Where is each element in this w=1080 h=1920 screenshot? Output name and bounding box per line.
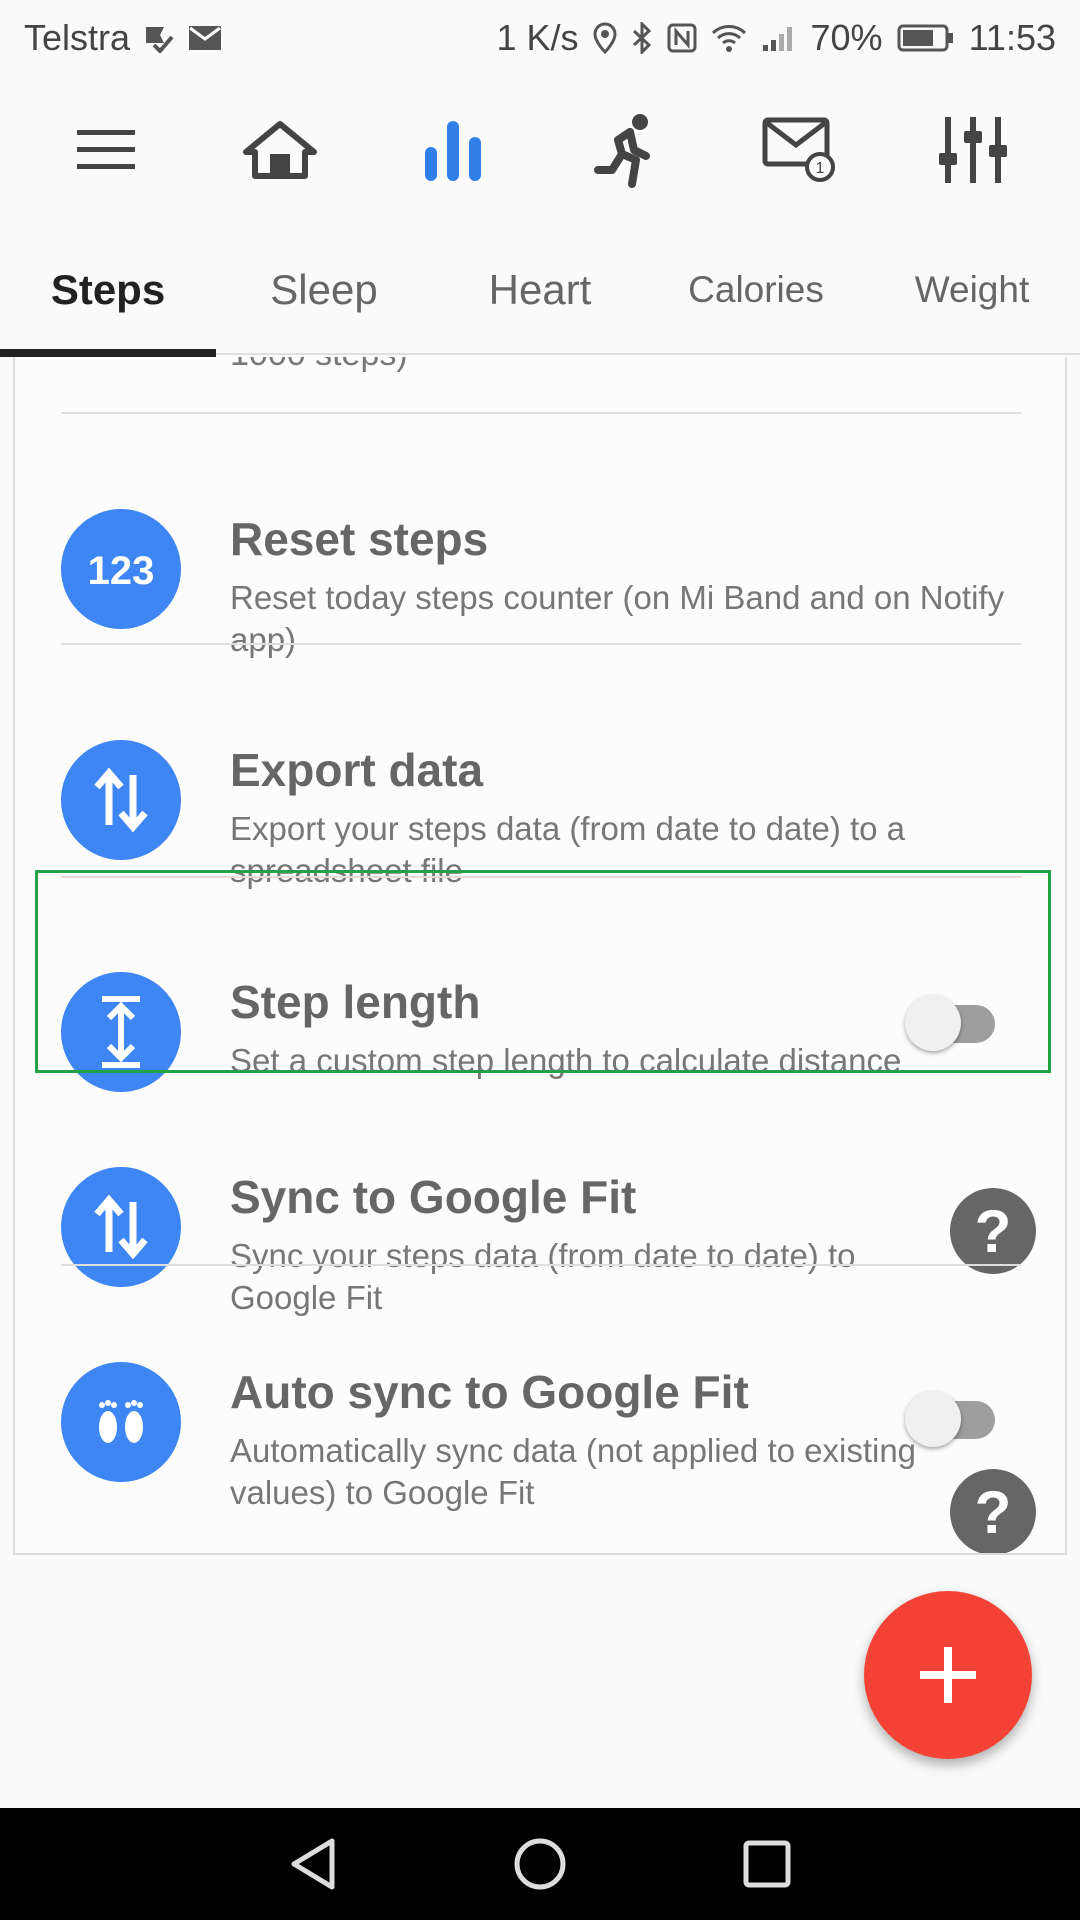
notification-check-icon — [144, 23, 174, 53]
tab-bar: Steps Sleep Heart Calories Weight — [0, 225, 1080, 357]
back-button[interactable] — [268, 1819, 358, 1909]
divider — [61, 412, 1021, 414]
workout-icon — [593, 114, 650, 188]
svg-text:1: 1 — [816, 160, 825, 177]
back-icon — [291, 1838, 335, 1890]
recents-button[interactable] — [722, 1819, 812, 1909]
notifications-button[interactable]: 1 — [740, 90, 860, 210]
screen: Telstra 1 K/s 70% 11:53 1 Steps Sleep He… — [0, 0, 1080, 1920]
wifi-icon — [711, 23, 747, 53]
toggle-knob — [905, 1391, 961, 1447]
highlight-box — [35, 870, 1051, 1073]
status-bar: Telstra 1 K/s 70% 11:53 — [0, 0, 1080, 75]
footprints-icon — [61, 1362, 181, 1482]
tab-heart[interactable]: Heart — [432, 225, 648, 355]
list-item-auto-sync-google-fit[interactable]: Auto sync to Google Fit Automatically sy… — [15, 1269, 1065, 1553]
tab-steps[interactable]: Steps — [0, 225, 216, 357]
bluetooth-icon — [631, 21, 653, 54]
help-button[interactable]: ? — [950, 1188, 1036, 1274]
tab-calories[interactable]: Calories — [648, 225, 864, 355]
home-icon — [242, 121, 317, 179]
top-navigation: 1 — [0, 75, 1080, 225]
list-item-export-data[interactable]: Export data Export your steps data (from… — [15, 647, 1065, 889]
auto-sync-toggle[interactable] — [905, 1387, 1005, 1447]
net-speed-label: 1 K/s — [496, 16, 579, 58]
settings-icon — [939, 117, 1008, 183]
divider — [61, 643, 1021, 645]
clipped-description: 1000 steps) — [230, 357, 408, 374]
tab-sleep[interactable]: Sleep — [216, 225, 432, 355]
stats-icon — [425, 121, 482, 181]
plus-icon — [920, 1647, 976, 1703]
add-fab-button[interactable] — [864, 1591, 1032, 1759]
menu-button[interactable] — [47, 90, 167, 210]
list-item-sync-google-fit[interactable]: Sync to Google Fit Sync your steps data … — [15, 1074, 1065, 1316]
svg-text:123: 123 — [88, 549, 155, 593]
123-icon: 123 — [61, 509, 181, 629]
stats-button[interactable] — [393, 90, 513, 210]
carrier-label: Telstra — [24, 16, 131, 58]
list-item-reset-steps[interactable]: 123 Reset steps Reset today steps counte… — [15, 417, 1065, 658]
battery-icon — [897, 24, 955, 52]
home-circle-icon — [514, 1838, 566, 1890]
system-navigation-bar — [0, 1808, 1080, 1920]
home-button[interactable] — [220, 90, 340, 210]
recents-icon — [743, 1840, 791, 1888]
mail-icon — [188, 25, 222, 51]
help-button[interactable]: ? — [950, 1469, 1036, 1553]
settings-button[interactable] — [913, 90, 1033, 210]
battery-percent: 70% — [810, 16, 883, 58]
menu-icon — [76, 130, 135, 169]
item-title: Export data — [230, 744, 484, 796]
item-title: Auto sync to Google Fit — [230, 1366, 749, 1418]
divider — [61, 1264, 1021, 1266]
item-title: Reset steps — [230, 513, 489, 565]
workout-button[interactable] — [567, 90, 687, 210]
home-system-button[interactable] — [495, 1819, 585, 1909]
clock: 11:53 — [968, 16, 1056, 58]
item-description: Automatically sync data (not applied to … — [230, 1432, 917, 1511]
signal-icon — [761, 23, 797, 53]
tab-weight[interactable]: Weight — [864, 225, 1080, 355]
notifications-icon: 1 — [762, 117, 835, 182]
location-icon — [593, 21, 617, 54]
nfc-icon — [667, 23, 697, 53]
item-title: Sync to Google Fit — [230, 1171, 637, 1223]
swap-vertical-icon — [61, 740, 181, 860]
